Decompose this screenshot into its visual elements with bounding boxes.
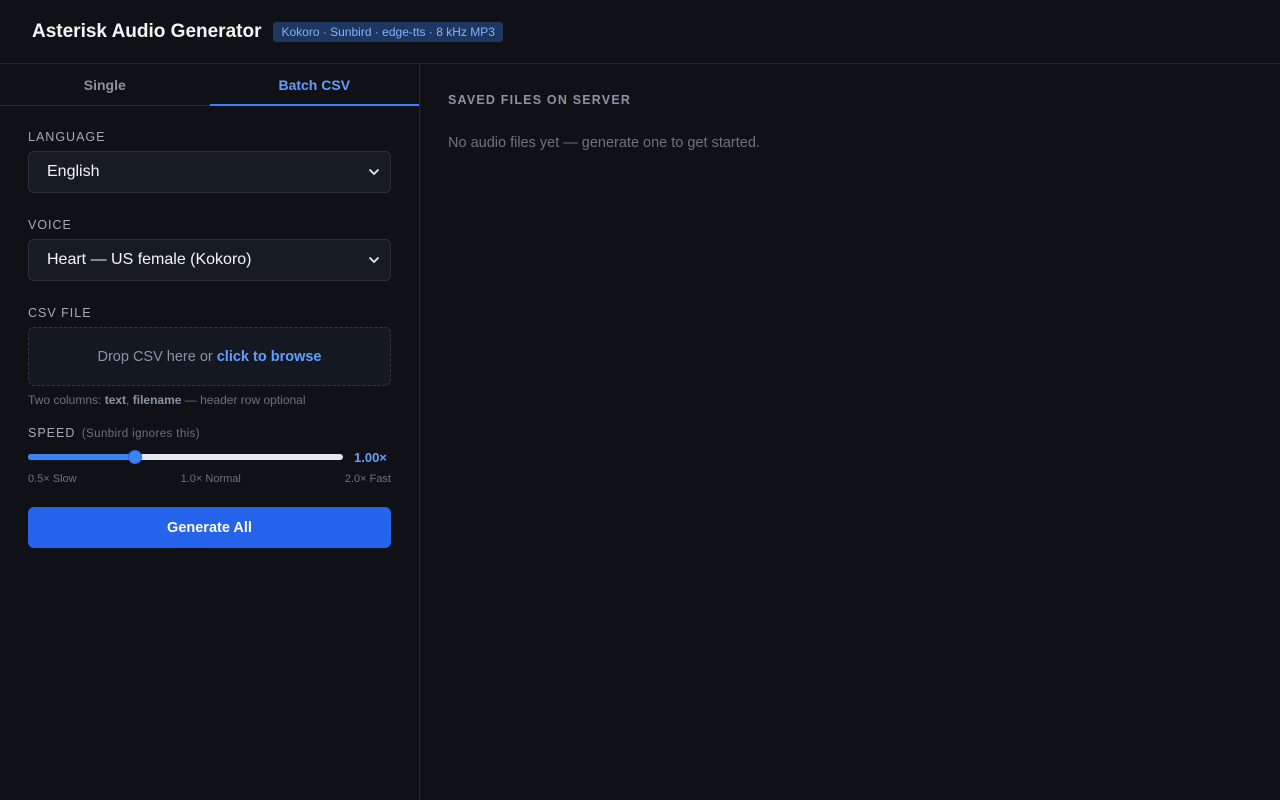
hint-prefix: Two columns: [28,393,102,407]
chevron-down-icon [368,254,380,266]
hint-column-text: text [104,393,127,407]
engine-badge: Kokoro · Sunbird · edge-tts · 8 kHz MP3 [273,21,503,42]
app-title: Asterisk Audio Generator [32,20,262,42]
voice-label: Voice [28,218,72,232]
voice-select[interactable]: Heart — US female (Kokoro) [28,239,391,281]
chevron-down-icon [368,166,380,178]
generator-panel: Single Batch CSV Language English Voice … [0,64,420,800]
speed-label: Speed (Sunbird ignores this) [28,426,391,440]
speed-label-text: Speed [28,426,76,440]
empty-state-text: No audio files yet — generate one to get… [448,135,760,151]
language-value: English [47,163,100,180]
hint-suffix: — header row optional [184,393,306,407]
hint-separator: , [126,393,130,407]
main-layout: Single Batch CSV Language English Voice … [0,64,1280,800]
speed-slider[interactable] [28,447,343,467]
csv-hint: Two columns: text, filename — header row… [28,393,391,407]
slider-fill [28,454,136,460]
voice-value: Heart — US female (Kokoro) [47,251,252,268]
hint-column-filename: filename [132,393,182,407]
tick-fast: 2.0× Fast [344,473,391,485]
batch-form: Language English Voice Heart — US female… [0,106,419,548]
language-select[interactable]: English [28,151,391,193]
tab-single[interactable]: Single [0,64,210,105]
browse-link[interactable]: click to browse [217,349,322,365]
saved-files-panel: Saved Files On Server No audio files yet… [420,64,1280,800]
slider-thumb[interactable] [128,450,143,464]
speed-value: 1.00× [354,449,387,465]
language-label: Language [28,130,106,144]
speed-control: 1.00× [28,447,391,467]
tick-slow: 0.5× Slow [28,473,77,485]
speed-note: (Sunbird ignores this) [81,428,200,440]
dropzone-text: Drop CSV here or [97,348,213,365]
generate-all-button[interactable]: Generate All [28,507,391,548]
csv-dropzone[interactable]: Drop CSV here or click to browse [28,327,391,386]
tick-normal: 1.0× Normal [180,473,241,485]
speed-ticks: 0.5× Slow 1.0× Normal 2.0× Fast [28,473,391,485]
tab-batch-csv[interactable]: Batch CSV [209,64,420,106]
app-header: Asterisk Audio Generator Kokoro · Sunbir… [0,0,1280,64]
csv-file-label: CSV File [28,306,92,320]
mode-tabs: Single Batch CSV [0,64,419,106]
saved-files-title: Saved Files On Server [448,93,632,107]
